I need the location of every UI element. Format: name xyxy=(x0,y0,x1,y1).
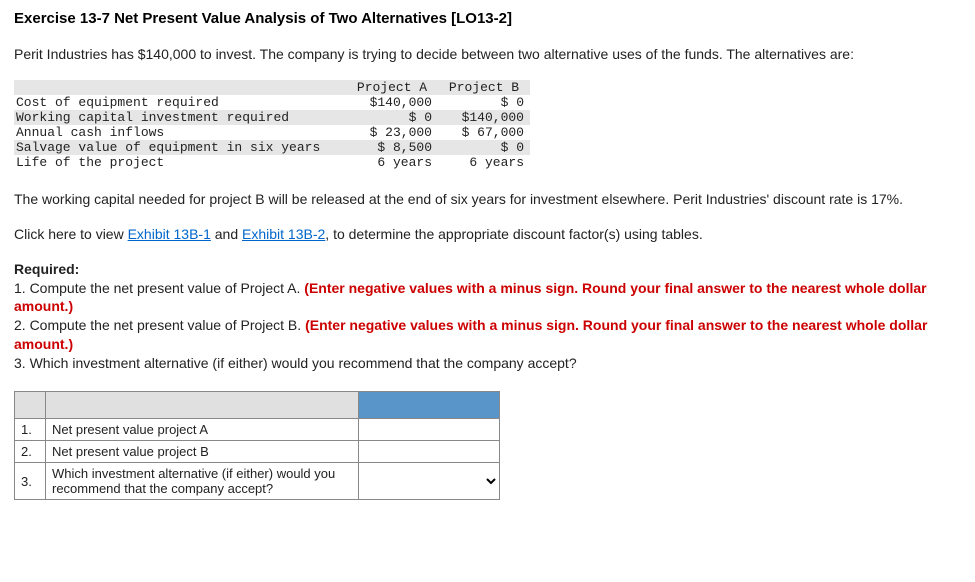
click-prefix: Click here to view xyxy=(14,226,128,242)
row-val-a: $ 23,000 xyxy=(346,125,438,140)
row-val-b: $ 0 xyxy=(438,95,530,110)
row-label: Life of the project xyxy=(14,155,346,170)
answer-row-3: 3. Which investment alternative (if eith… xyxy=(15,463,500,500)
row-label: Annual cash inflows xyxy=(14,125,346,140)
answer-row-1: 1. Net present value project A xyxy=(15,419,500,441)
answer-num: 3. xyxy=(15,463,46,500)
answer-num: 2. xyxy=(15,441,46,463)
answer-table: 1. Net present value project A 2. Net pr… xyxy=(14,391,500,500)
row-val-a: $140,000 xyxy=(346,95,438,110)
recommendation-select[interactable] xyxy=(359,470,499,493)
link-mid: and xyxy=(211,226,242,242)
required-label: Required: xyxy=(14,261,79,277)
answer-label: Which investment alternative (if either)… xyxy=(46,463,359,500)
row-val-a: $ 0 xyxy=(346,110,438,125)
answer-row-2: 2. Net present value project B xyxy=(15,441,500,463)
req2-text: 2. Compute the net present value of Proj… xyxy=(14,317,305,333)
col-header-b: Project B xyxy=(438,80,530,95)
project-data-table: Project A Project B Cost of equipment re… xyxy=(14,80,961,170)
answer-label: Net present value project B xyxy=(46,441,359,463)
exhibit-link-1[interactable]: Exhibit 13B-1 xyxy=(128,226,211,242)
row-label: Working capital investment required xyxy=(14,110,346,125)
npv-project-b-input[interactable] xyxy=(359,441,499,462)
row-label: Salvage value of equipment in six years xyxy=(14,140,346,155)
exhibit-link-2[interactable]: Exhibit 13B-2 xyxy=(242,226,325,242)
row-val-a: 6 years xyxy=(346,155,438,170)
req1-text: 1. Compute the net present value of Proj… xyxy=(14,280,304,296)
row-label: Cost of equipment required xyxy=(14,95,346,110)
npv-project-a-input[interactable] xyxy=(359,419,499,440)
click-suffix: , to determine the appropriate discount … xyxy=(325,226,702,242)
required-block: Required: 1. Compute the net present val… xyxy=(14,260,961,373)
discount-paragraph: The working capital needed for project B… xyxy=(14,190,961,209)
row-val-b: $ 0 xyxy=(438,140,530,155)
answer-label: Net present value project A xyxy=(46,419,359,441)
req3-text: 3. Which investment alternative (if eith… xyxy=(14,355,577,371)
row-val-b: 6 years xyxy=(438,155,530,170)
intro-paragraph: Perit Industries has $140,000 to invest.… xyxy=(14,45,961,64)
answer-num: 1. xyxy=(15,419,46,441)
page-title: Exercise 13-7 Net Present Value Analysis… xyxy=(14,10,961,27)
row-val-b: $ 67,000 xyxy=(438,125,530,140)
col-header-a: Project A xyxy=(346,80,438,95)
row-val-a: $ 8,500 xyxy=(346,140,438,155)
row-val-b: $140,000 xyxy=(438,110,530,125)
exhibit-links-paragraph: Click here to view Exhibit 13B-1 and Exh… xyxy=(14,225,961,244)
answer-header-row xyxy=(15,392,500,419)
